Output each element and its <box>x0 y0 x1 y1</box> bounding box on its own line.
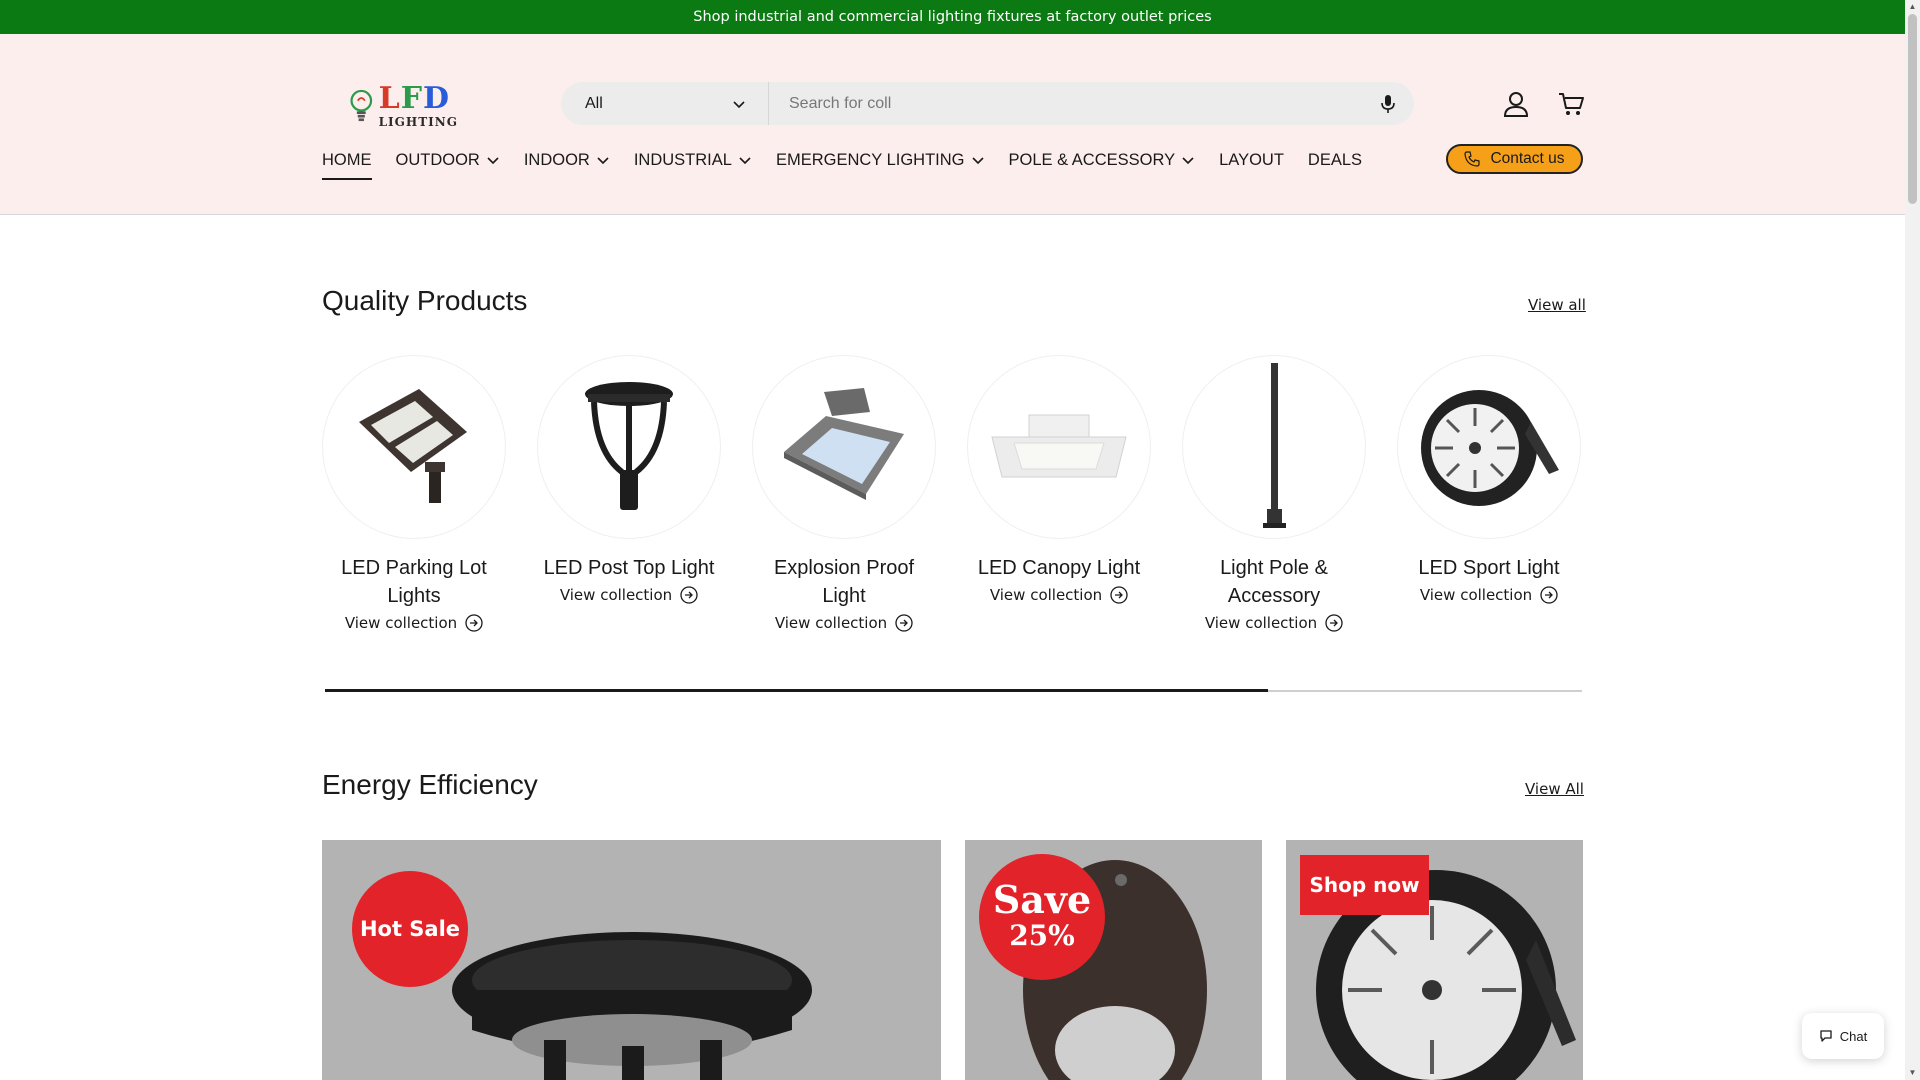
voice-search-button[interactable] <box>1362 82 1414 125</box>
arrow-circle-right-icon <box>895 614 913 632</box>
collection-image[interactable] <box>1182 355 1366 539</box>
announcement-text: Shop industrial and commercial lighting … <box>693 9 1212 25</box>
collection-image[interactable] <box>752 355 936 539</box>
view-collection-link[interactable]: View collection <box>560 586 698 604</box>
search-category-value: All <box>585 94 603 112</box>
collection-card: LED Parking Lot Lights View collection <box>322 355 506 633</box>
page-scrollbar-thumb[interactable] <box>1908 14 1917 204</box>
hot-sale-badge: Hot Sale <box>352 871 468 987</box>
cart-button[interactable] <box>1549 82 1593 126</box>
chevron-down-icon <box>487 157 499 165</box>
view-collection-link[interactable]: View collection <box>775 614 913 632</box>
collection-card: LED Canopy Light View collection <box>967 355 1151 605</box>
canopy-light-icon <box>991 414 1127 478</box>
cart-icon <box>1559 93 1584 115</box>
collection-card: LED Post Top Light View collection <box>537 355 721 605</box>
scroll-up-arrow-icon[interactable]: ▲ <box>1908 2 1917 11</box>
collection-title[interactable]: LED Post Top Light <box>537 554 721 582</box>
view-collection-link[interactable]: View collection <box>990 586 1128 604</box>
promo-card-shop-now[interactable]: Shop now <box>1286 840 1583 1080</box>
microphone-icon <box>1381 94 1395 113</box>
view-collection-link[interactable]: View collection <box>345 614 483 632</box>
chevron-down-icon <box>597 157 609 165</box>
search-category-select[interactable]: All <box>561 82 769 125</box>
arrow-circle-right-icon <box>1325 614 1343 632</box>
contact-us-button[interactable]: Contact us <box>1446 144 1583 174</box>
user-icon <box>1503 92 1529 117</box>
carousel-scrollbar[interactable] <box>325 689 1582 692</box>
explosion-proof-light-icon <box>784 388 904 500</box>
collection-image[interactable] <box>537 355 721 539</box>
nav-item-layout[interactable]: LAYOUT <box>1219 146 1284 174</box>
carousel-scrollbar-thumb[interactable] <box>325 689 1268 692</box>
page-scrollbar[interactable]: ▲ ▼ <box>1905 0 1920 1080</box>
collection-image[interactable] <box>967 355 1151 539</box>
collection-card: Light Pole & Accessory View collection <box>1182 355 1366 633</box>
collection-image[interactable] <box>322 355 506 539</box>
search-input[interactable] <box>769 81 1362 126</box>
bulb-icon <box>350 89 373 122</box>
phone-icon <box>1464 151 1481 167</box>
view-collection-link[interactable]: View collection <box>1205 614 1343 632</box>
arrow-circle-right-icon <box>1110 586 1128 604</box>
view-collection-link[interactable]: View collection <box>1420 586 1558 604</box>
promo-card-hot-sale[interactable]: Hot Sale <box>322 840 941 1080</box>
collection-card: LED Sport Light View collection <box>1397 355 1581 605</box>
collection-title[interactable]: Light Pole & Accessory <box>1182 554 1366 610</box>
logo-subtitle: LIGHTING <box>378 115 458 129</box>
chat-label: Chat <box>1839 1028 1868 1044</box>
nav-item-deals[interactable]: DEALS <box>1308 146 1362 174</box>
collection-title[interactable]: Explosion Proof Light <box>752 554 936 610</box>
post-top-light-icon <box>585 382 673 510</box>
parking-lot-light-icon <box>359 389 467 503</box>
contact-us-label: Contact us <box>1490 150 1565 167</box>
quality-products-title: Quality Products <box>322 285 528 316</box>
collection-title[interactable]: LED Sport Light <box>1397 554 1581 582</box>
collection-carousel: LED Parking Lot Lights View collection L… <box>322 355 1584 655</box>
announcement-bar: Shop industrial and commercial lighting … <box>0 0 1905 34</box>
chat-button[interactable]: Chat <box>1802 1013 1884 1059</box>
sport-light-icon <box>1421 390 1559 506</box>
nav-item-outdoor[interactable]: OUTDOOR <box>396 146 500 174</box>
collection-title[interactable]: LED Parking Lot Lights <box>322 554 506 610</box>
chevron-down-icon <box>1182 157 1194 165</box>
scroll-down-arrow-icon[interactable]: ▼ <box>1908 1068 1917 1077</box>
chevron-down-icon <box>739 157 751 165</box>
nav-item-indoor[interactable]: INDOOR <box>524 146 610 174</box>
collection-card: Explosion Proof Light View collection <box>752 355 936 633</box>
promo-card-save[interactable]: Save 25% <box>965 840 1262 1080</box>
quality-view-all-link[interactable]: View all <box>1528 296 1586 314</box>
main-nav: HOME OUTDOOR INDOOR INDUSTRIAL EMERGENCY… <box>322 146 1386 180</box>
energy-view-all-link[interactable]: View All <box>1525 780 1584 798</box>
arrow-circle-right-icon <box>465 614 483 632</box>
arrow-circle-right-icon <box>1540 586 1558 604</box>
chevron-down-icon <box>971 157 984 165</box>
nav-item-industrial[interactable]: INDUSTRIAL <box>634 146 752 174</box>
nav-item-emergency-lighting[interactable]: EMERGENCY LIGHTING <box>776 146 985 174</box>
collection-image[interactable] <box>1397 355 1581 539</box>
nav-item-pole-accessory[interactable]: POLE & ACCESSORY <box>1009 146 1196 174</box>
chat-bubble-icon <box>1820 1030 1832 1042</box>
save-badge: Save 25% <box>979 854 1105 980</box>
site-logo[interactable]: LFD LIGHTING <box>348 82 458 130</box>
search-bar: All <box>561 81 1414 126</box>
collection-title[interactable]: LED Canopy Light <box>967 554 1151 582</box>
energy-efficiency-title: Energy Efficiency <box>322 769 538 800</box>
chevron-down-icon <box>733 100 745 108</box>
arrow-circle-right-icon <box>680 586 698 604</box>
light-pole-icon <box>1263 363 1286 528</box>
account-button[interactable] <box>1494 82 1538 126</box>
nav-item-home[interactable]: HOME <box>322 146 372 180</box>
shop-now-badge: Shop now <box>1300 855 1429 915</box>
site-header: LFD LIGHTING All Search for coll HOME OU… <box>0 34 1905 215</box>
